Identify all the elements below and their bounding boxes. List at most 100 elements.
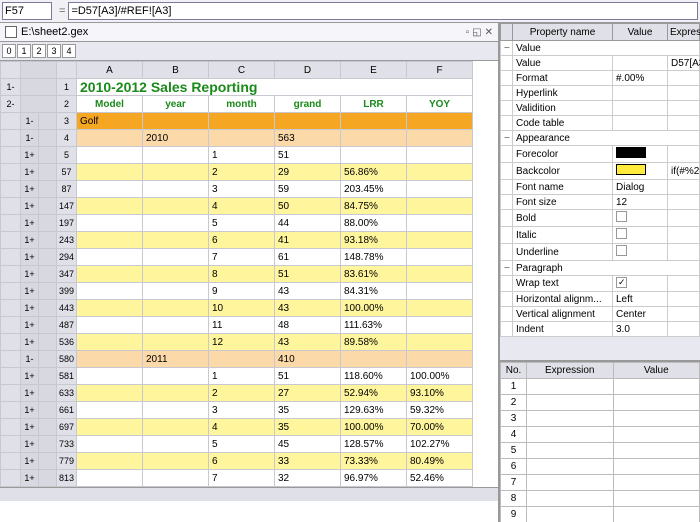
grid-cell[interactable] [407, 351, 473, 368]
grid-cell[interactable]: 2 [209, 164, 275, 181]
grid-cell[interactable] [209, 351, 275, 368]
property-value[interactable] [613, 116, 668, 131]
outline-toggle[interactable]: 1+ [21, 198, 39, 215]
grid-cell[interactable]: 100.00% [341, 300, 407, 317]
grid-cell[interactable]: 41 [275, 232, 341, 249]
grid-cell[interactable] [143, 317, 209, 334]
row-number[interactable]: 697 [57, 419, 77, 436]
grid-cell[interactable] [143, 147, 209, 164]
row-number[interactable]: 399 [57, 283, 77, 300]
grid-cell[interactable]: 102.27% [407, 436, 473, 453]
grid-cell[interactable] [77, 470, 143, 487]
grid-cell[interactable] [143, 470, 209, 487]
grid-cell[interactable]: 89.58% [341, 334, 407, 351]
outline-toggle[interactable]: 1+ [21, 436, 39, 453]
checkbox[interactable] [616, 211, 627, 222]
outline-toggle[interactable]: 1+ [21, 402, 39, 419]
row-number[interactable]: 243 [57, 232, 77, 249]
grid-cell[interactable]: 83.61% [341, 266, 407, 283]
grid-cell[interactable] [77, 283, 143, 300]
grid-cell[interactable]: 29 [275, 164, 341, 181]
grid-cell[interactable]: 43 [275, 300, 341, 317]
grid-cell[interactable] [275, 113, 341, 130]
grid-cell[interactable]: 52.94% [341, 385, 407, 402]
grid-cell[interactable]: 70.00% [407, 419, 473, 436]
grid-cell[interactable]: 5 [209, 215, 275, 232]
property-expr[interactable] [668, 292, 700, 307]
expr-cell[interactable] [527, 459, 614, 475]
outline-tab[interactable]: 4 [62, 44, 76, 58]
grid-cell[interactable]: 2 [209, 385, 275, 402]
outline-tab[interactable]: 0 [2, 44, 16, 58]
checkbox[interactable] [616, 277, 627, 288]
grid-cell[interactable]: 43 [275, 283, 341, 300]
grid-cell[interactable]: 43 [275, 334, 341, 351]
expr-value[interactable] [613, 395, 700, 411]
property-expr[interactable] [668, 276, 700, 292]
grid-cell[interactable]: 51 [275, 368, 341, 385]
grid-cell[interactable]: 8 [209, 266, 275, 283]
grid-cell[interactable] [77, 300, 143, 317]
grid-cell[interactable] [77, 368, 143, 385]
property-expr[interactable]: D57[A3]/ [668, 56, 700, 71]
minimize-icon[interactable]: ▫ [466, 27, 470, 38]
outline-tab[interactable]: 3 [47, 44, 61, 58]
outline-toggle[interactable]: 1- [21, 351, 39, 368]
grid-cell[interactable] [143, 283, 209, 300]
grid-cell[interactable] [143, 334, 209, 351]
grid-cell[interactable]: 7 [209, 470, 275, 487]
row-number[interactable]: 581 [57, 368, 77, 385]
grid-cell[interactable]: 52.46% [407, 470, 473, 487]
row-number[interactable]: 779 [57, 453, 77, 470]
grid-cell[interactable] [77, 351, 143, 368]
outline-toggle[interactable]: 1+ [21, 368, 39, 385]
row-number[interactable]: 580 [57, 351, 77, 368]
grid-cell[interactable]: 4 [209, 198, 275, 215]
row-number[interactable]: 487 [57, 317, 77, 334]
property-value[interactable]: Dialog [613, 180, 668, 195]
property-expr[interactable] [668, 86, 700, 101]
grid-cell[interactable]: 1 [209, 368, 275, 385]
grid-cell[interactable]: 410 [275, 351, 341, 368]
property-expr[interactable] [668, 244, 700, 261]
property-expr[interactable]: if(#%2= [668, 163, 700, 180]
row-number[interactable]: 3 [57, 113, 77, 130]
row-number[interactable]: 294 [57, 249, 77, 266]
grid-cell[interactable] [407, 147, 473, 164]
property-value[interactable]: Left [613, 292, 668, 307]
grid-cell[interactable]: 10 [209, 300, 275, 317]
outline-toggle[interactable]: 1+ [21, 215, 39, 232]
outline-toggle[interactable]: 1+ [21, 453, 39, 470]
grid-cell[interactable] [143, 368, 209, 385]
outline-tab[interactable]: 1 [17, 44, 31, 58]
outline-toggle[interactable]: 1+ [21, 419, 39, 436]
property-value[interactable]: Center [613, 307, 668, 322]
grid-cell[interactable] [143, 113, 209, 130]
grid-cell[interactable] [407, 317, 473, 334]
grid-cell[interactable] [407, 300, 473, 317]
tree-toggle[interactable]: − [501, 261, 513, 276]
grid-cell[interactable]: 100.00% [407, 368, 473, 385]
property-value[interactable] [613, 244, 668, 261]
grid-cell[interactable]: 44 [275, 215, 341, 232]
grid-cell[interactable]: 56.86% [341, 164, 407, 181]
row-number[interactable]: 5 [57, 147, 77, 164]
expr-cell[interactable] [527, 411, 614, 427]
grid-cell[interactable] [341, 113, 407, 130]
checkbox[interactable] [616, 228, 627, 239]
grid-cell[interactable] [143, 266, 209, 283]
property-expr[interactable] [668, 307, 700, 322]
grid-cell[interactable] [407, 215, 473, 232]
property-value[interactable]: 3.0 [613, 322, 668, 337]
outline-toggle[interactable]: 1- [21, 130, 39, 147]
color-swatch[interactable] [616, 147, 646, 158]
grid-cell[interactable] [407, 181, 473, 198]
grid-cell[interactable]: 59.32% [407, 402, 473, 419]
color-swatch[interactable] [616, 164, 646, 175]
grid-cell[interactable]: 3 [209, 181, 275, 198]
outline-toggle[interactable]: 1+ [21, 300, 39, 317]
outline-toggle[interactable]: 1+ [21, 147, 39, 164]
grid-cell[interactable] [143, 249, 209, 266]
grid-cell[interactable] [407, 130, 473, 147]
property-value[interactable] [613, 56, 668, 71]
